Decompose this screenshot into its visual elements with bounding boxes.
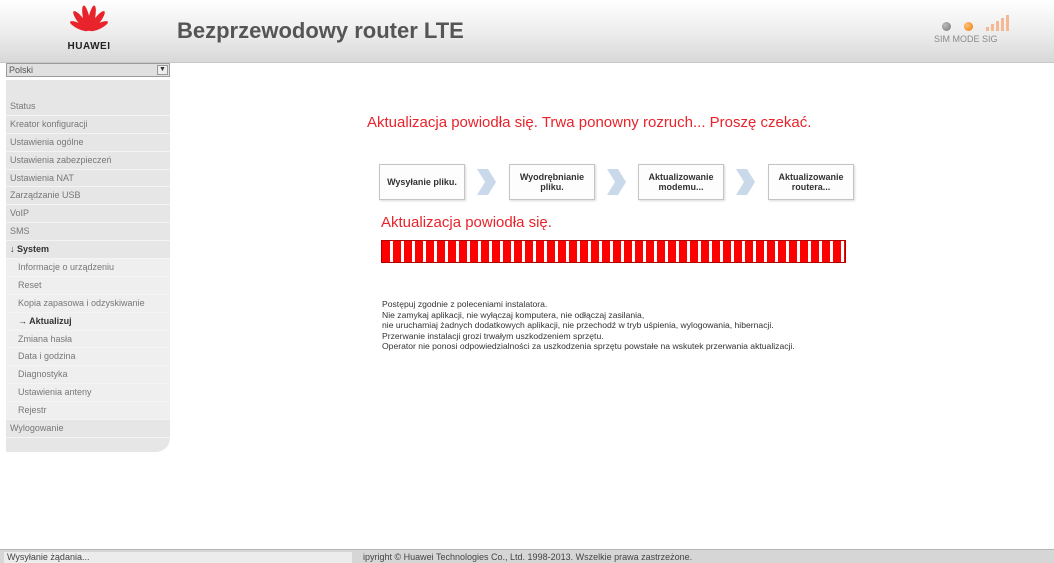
chevron-down-icon[interactable]: ▼ <box>157 65 168 75</box>
step-label: Aktualizowanie modemu... <box>648 172 714 192</box>
chevron-right-icon <box>607 169 626 195</box>
update-progress-bar <box>381 240 846 263</box>
step-label: Aktualizowanie routera... <box>778 172 844 192</box>
update-status-message: Aktualizacja powiodła się. <box>381 214 552 231</box>
header: HUAWEI Bezprzewodowy router LTE SIM MODE… <box>0 0 1054 63</box>
step-label: Wysyłanie pliku. <box>387 177 457 187</box>
huawei-flower-icon <box>70 5 108 32</box>
copyright-notice: ipyright © Huawei Technologies Co., Ltd.… <box>363 552 693 562</box>
status-indicators: SIM MODE SIG <box>934 12 1014 52</box>
huawei-logo: HUAWEI <box>14 4 164 60</box>
sidebar-item-setup-wizard[interactable]: Kreator konfiguracji <box>6 116 170 134</box>
sidebar-item-diagnostics[interactable]: Diagnostyka <box>6 366 170 385</box>
chevron-right-icon <box>477 169 496 195</box>
note-line: Operator nie ponosi odpowiedzialności za… <box>382 341 795 352</box>
sidebar-item-antenna-settings[interactable]: Ustawienia anteny <box>6 384 170 403</box>
chevron-right-icon <box>736 169 755 195</box>
note-line: nie uruchamiaj żadnych dodatkowych aplik… <box>382 320 774 331</box>
update-headline: Aktualizacja powiodła się. Trwa ponowny … <box>367 114 812 131</box>
sidebar-item-device-info[interactable]: Informacje o urządzeniu <box>6 259 170 277</box>
sidebar-item-logout[interactable]: Wylogowanie <box>6 420 170 438</box>
sidebar-item-system[interactable]: ↓ System <box>6 241 170 260</box>
page-title: Bezprzewodowy router LTE <box>177 18 464 43</box>
sidebar-item-backup-restore[interactable]: Kopia zapasowa i odzyskiwanie <box>6 294 170 313</box>
note-line: Postępuj zgodnie z poleceniami instalato… <box>382 299 548 309</box>
note-line: Przerwanie instalacji grozi trwałym uszk… <box>382 330 604 341</box>
sidebar: Status Kreator konfiguracji Ustawienia o… <box>6 80 170 452</box>
sidebar-item-usb-management[interactable]: Zarządzanie USB <box>6 187 170 206</box>
step-extracting: Wyodrębnianie pliku. <box>509 164 595 200</box>
sidebar-item-date-time[interactable]: Data i godzina <box>6 348 170 367</box>
progress-fill <box>382 241 845 262</box>
main-content: Aktualizacja powiodła się. Trwa ponowny … <box>180 63 1054 549</box>
sidebar-item-general-settings[interactable]: Ustawienia ogólne <box>6 134 170 152</box>
sidebar-item-update[interactable]: → Aktualizuj <box>6 312 170 331</box>
sim-status-icon <box>942 22 951 31</box>
sidebar-item-voip[interactable]: VoIP <box>6 205 170 224</box>
status-bar-text: Wysyłanie żądania... <box>4 552 352 563</box>
step-updating-router: Aktualizowanie routera... <box>768 164 854 200</box>
sidebar-item-status[interactable]: Status <box>6 98 170 116</box>
sidebar-item-log[interactable]: Rejestr <box>6 402 170 421</box>
language-select-value: Polski <box>9 65 34 75</box>
sidebar-item-security-settings[interactable]: Ustawienia zabezpieczeń <box>6 152 170 170</box>
note-line: Nie zamykaj aplikacji, nie wyłączaj komp… <box>382 309 645 320</box>
status-labels: SIM MODE SIG <box>934 34 998 44</box>
sidebar-item-reset[interactable]: Reset <box>6 276 170 295</box>
sidebar-item-sms[interactable]: SMS <box>6 223 170 242</box>
language-select[interactable]: Polski ▼ <box>6 63 170 77</box>
step-label: Wyodrębnianie pliku. <box>519 172 585 192</box>
brand-name: HUAWEI <box>67 41 111 52</box>
status-bar: Wysyłanie żądania... ipyright © Huawei T… <box>0 549 1054 563</box>
installation-notes: Postępuj zgodnie z poleceniami instalato… <box>382 299 795 352</box>
step-updating-modem: Aktualizowanie modemu... <box>638 164 724 200</box>
mode-status-icon <box>964 22 973 31</box>
signal-strength-icon <box>984 15 1014 31</box>
sidebar-item-nat-settings[interactable]: Ustawienia NAT <box>6 170 170 188</box>
step-uploading: Wysyłanie pliku. <box>379 164 465 200</box>
sidebar-item-change-password[interactable]: Zmiana hasła <box>6 330 170 349</box>
